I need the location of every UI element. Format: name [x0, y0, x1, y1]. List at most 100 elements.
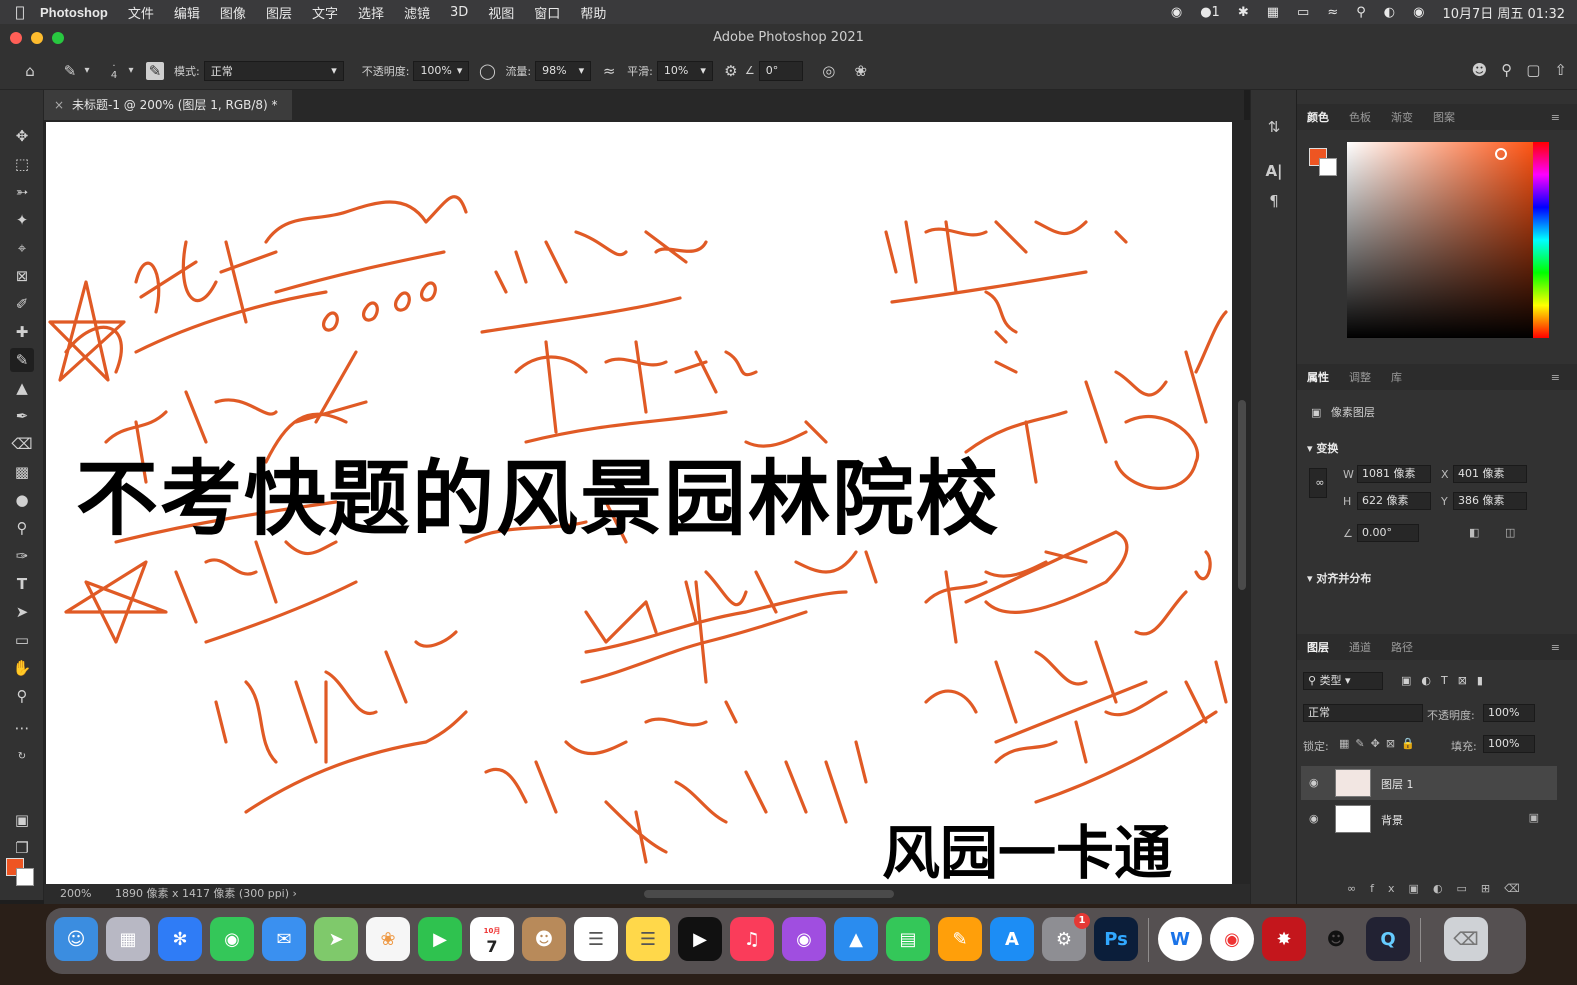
brush-settings-panel-icon[interactable]: ✎ [146, 61, 164, 80]
swap-colors-icon[interactable]: ↻ [10, 744, 34, 768]
facetime-icon[interactable]: ▶ [418, 917, 462, 961]
safari-icon[interactable]: ✻ [158, 917, 202, 961]
battery-icon[interactable]: ▭ [1297, 5, 1309, 20]
tab-adjustments[interactable]: 调整 [1339, 369, 1381, 385]
character-panel-icon[interactable]: A| [1263, 162, 1285, 184]
tab-libraries[interactable]: 库 [1381, 369, 1412, 385]
paragraph-panel-icon[interactable]: ¶ [1263, 192, 1285, 214]
transform-section-header[interactable]: ▾ 变换 [1307, 440, 1338, 456]
dodge-tool-icon[interactable]: ⚲ [10, 516, 34, 540]
opacity-input[interactable]: 100% ▾ [413, 60, 470, 81]
menu-select[interactable]: 选择 [358, 3, 384, 22]
horizontal-scrollbar[interactable] [644, 890, 894, 898]
search-icon[interactable]: ⚲ [1501, 61, 1512, 79]
messages-icon[interactable]: ◉ [210, 917, 254, 961]
blur-tool-icon[interactable]: ● [10, 488, 34, 512]
tab-swatches[interactable]: 色板 [1339, 109, 1381, 125]
zoom-level[interactable]: 200% [60, 887, 91, 900]
symmetry-butterfly-icon[interactable]: ❀ [851, 61, 871, 81]
tab-channels[interactable]: 通道 [1339, 639, 1381, 655]
brush-preset-icon[interactable]: ✎ [60, 61, 80, 81]
photos-icon[interactable]: ❀ [366, 917, 410, 961]
visibility-eye-icon[interactable]: ◉ [1309, 812, 1319, 825]
smoothing-input[interactable]: 10% ▾ [656, 60, 713, 81]
smoothing-options-gear-icon[interactable]: ⚙ [721, 61, 741, 81]
close-tab-icon[interactable]: × [54, 90, 64, 120]
input-method-icon[interactable]: ▦ [1267, 5, 1279, 20]
pen-tool-icon[interactable]: ✑ [10, 544, 34, 568]
photoshop-icon[interactable]: Ps [1094, 917, 1138, 961]
flow-input[interactable]: 98% ▾ [535, 60, 592, 81]
hand-tool-icon[interactable]: ✋ [10, 656, 34, 680]
keynote-icon[interactable]: ▲ [834, 917, 878, 961]
healing-brush-tool-icon[interactable]: ✚ [10, 320, 34, 344]
acrobat-icon[interactable]: ✸ [1262, 917, 1306, 961]
pages-icon[interactable]: ✎ [938, 917, 982, 961]
link-dimensions-icon[interactable]: ∞ [1309, 468, 1327, 498]
layer-filter-icons[interactable]: ▣◐T⊠▮ [1401, 674, 1493, 687]
menu-view[interactable]: 视图 [488, 3, 514, 22]
share-person-icon[interactable]: ☻ [1472, 61, 1488, 79]
flip-horizontal-icon[interactable]: ◧ [1469, 526, 1479, 539]
apple-menu-icon[interactable]:  [0, 3, 40, 21]
document-canvas[interactable]: 不考快题的风景园林院校 风园一卡通 [46, 122, 1232, 884]
layer-row[interactable]: ◉ 背景 ▣ [1301, 802, 1557, 836]
flip-vertical-icon[interactable]: ◫ [1505, 526, 1515, 539]
minimize-window-button[interactable] [31, 32, 43, 44]
launchpad-icon[interactable]: ▦ [106, 917, 150, 961]
menu-image[interactable]: 图像 [220, 3, 246, 22]
color-saturation-field[interactable] [1347, 142, 1541, 338]
airbrush-icon[interactable]: ≈ [599, 61, 619, 81]
align-distribute-section-header[interactable]: ▾ 对齐并分布 [1307, 570, 1371, 586]
app-store-icon[interactable]: A [990, 917, 1034, 961]
notification-icon[interactable]: ●1 [1200, 5, 1220, 20]
marquee-tool-icon[interactable]: ⬚ [10, 152, 34, 176]
layer-filter-kind-select[interactable]: ⚲ 类型 ▾ [1303, 672, 1383, 690]
podcasts-icon[interactable]: ◉ [782, 917, 826, 961]
vertical-scrollbar[interactable] [1238, 400, 1246, 590]
clone-stamp-tool-icon[interactable]: ▲ [10, 376, 34, 400]
y-input[interactable]: 386 像素 [1453, 492, 1527, 510]
path-selection-tool-icon[interactable]: ➤ [10, 600, 34, 624]
panel-menu-icon[interactable]: ≡ [1541, 641, 1570, 654]
layers-footer-buttons[interactable]: ∞fx▣◐▭⊞⌫ [1347, 882, 1534, 895]
blend-mode-select[interactable]: 正常 [1303, 704, 1423, 722]
chevron-down-icon[interactable]: ▾ [80, 61, 94, 81]
layer-opacity-input[interactable]: 100% [1483, 704, 1535, 722]
music-icon[interactable]: ♫ [730, 917, 774, 961]
brush-size-picker[interactable]: · 4 [104, 61, 124, 81]
tab-gradients[interactable]: 渐变 [1381, 109, 1423, 125]
tab-properties[interactable]: 属性 [1297, 369, 1339, 385]
eyedropper-tool-icon[interactable]: ✐ [10, 292, 34, 316]
layer-name[interactable]: 背景 [1381, 812, 1403, 828]
menu-type[interactable]: 文字 [312, 3, 338, 22]
close-window-button[interactable] [10, 32, 22, 44]
crop-tool-icon[interactable]: ⌖ [10, 236, 34, 260]
gradient-tool-icon[interactable]: ▩ [10, 460, 34, 484]
brush-angle-input[interactable]: 0° [758, 60, 803, 81]
layer-row[interactable]: ◉ 图层 1 [1301, 766, 1557, 800]
lasso-tool-icon[interactable]: ➳ [10, 180, 34, 204]
qq-penguin-icon[interactable]: ☻ [1314, 917, 1358, 961]
zoom-window-button[interactable] [52, 32, 64, 44]
rectangle-tool-icon[interactable]: ▭ [10, 628, 34, 652]
quicktime-icon[interactable]: Q [1366, 917, 1410, 961]
height-input[interactable]: 622 像素 [1357, 492, 1431, 510]
color-panel-background-swatch[interactable] [1319, 158, 1337, 176]
finder-icon[interactable]: ☺ [54, 917, 98, 961]
maps-icon[interactable]: ➤ [314, 917, 358, 961]
history-brush-tool-icon[interactable]: ✒ [10, 404, 34, 428]
reminders-icon[interactable]: ☰ [574, 917, 618, 961]
spotlight-search-icon[interactable]: ⚲ [1356, 5, 1366, 20]
menu-filter[interactable]: 滤镜 [404, 3, 430, 22]
chevron-right-icon[interactable]: › [293, 887, 297, 900]
color-picker-handle[interactable] [1495, 148, 1507, 160]
trash-icon[interactable]: ⌫ [1444, 917, 1488, 961]
wps-icon[interactable]: W [1158, 917, 1202, 961]
background-color-swatch[interactable] [16, 868, 34, 886]
document-info[interactable]: 1890 像素 x 1417 像素 (300 ppi) [115, 887, 289, 900]
more-tools-icon[interactable]: ⋯ [10, 716, 34, 740]
notes-icon[interactable]: ☰ [626, 917, 670, 961]
type-tool-icon[interactable]: T [10, 572, 34, 596]
document-tab[interactable]: × 未标题-1 @ 200% (图层 1, RGB/8) * [44, 90, 292, 120]
